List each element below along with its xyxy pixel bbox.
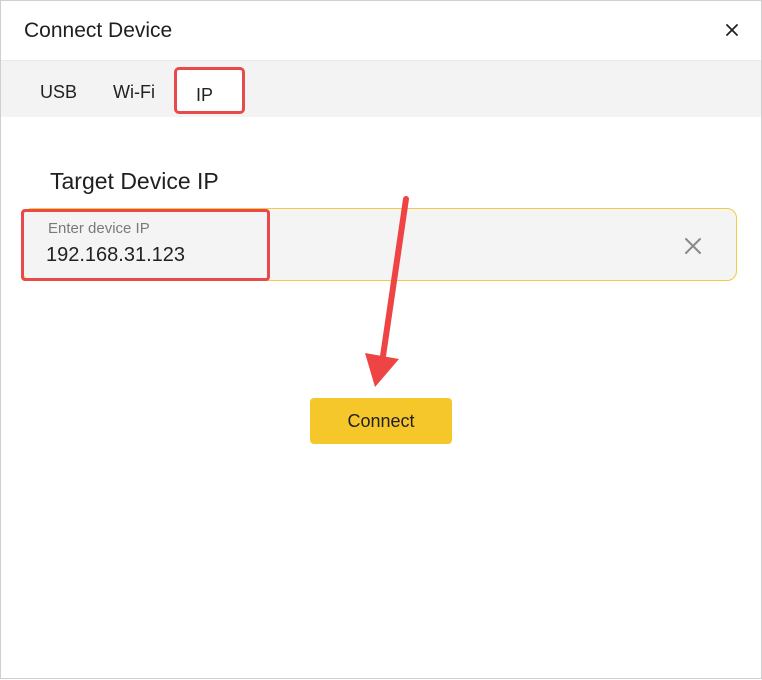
- dialog-titlebar: Connect Device: [1, 1, 761, 61]
- connect-button[interactable]: Connect: [310, 398, 452, 444]
- target-device-ip-label: Target Device IP: [50, 168, 219, 194]
- tab-usb[interactable]: USB: [40, 61, 77, 117]
- dialog-title: Connect Device: [24, 19, 173, 42]
- device-ip-value[interactable]: 192.168.31.123: [46, 243, 185, 267]
- close-icon[interactable]: [721, 19, 743, 41]
- connect-device-dialog: Connect Device USB Wi-Fi IP Target Devic…: [0, 0, 762, 679]
- device-ip-placeholder: Enter device IP: [48, 220, 150, 237]
- tab-ip[interactable]: IP: [174, 67, 245, 114]
- clear-input-icon[interactable]: [682, 235, 704, 257]
- connection-tabs: USB Wi-Fi IP: [1, 61, 761, 117]
- tab-wifi[interactable]: Wi-Fi: [113, 61, 155, 117]
